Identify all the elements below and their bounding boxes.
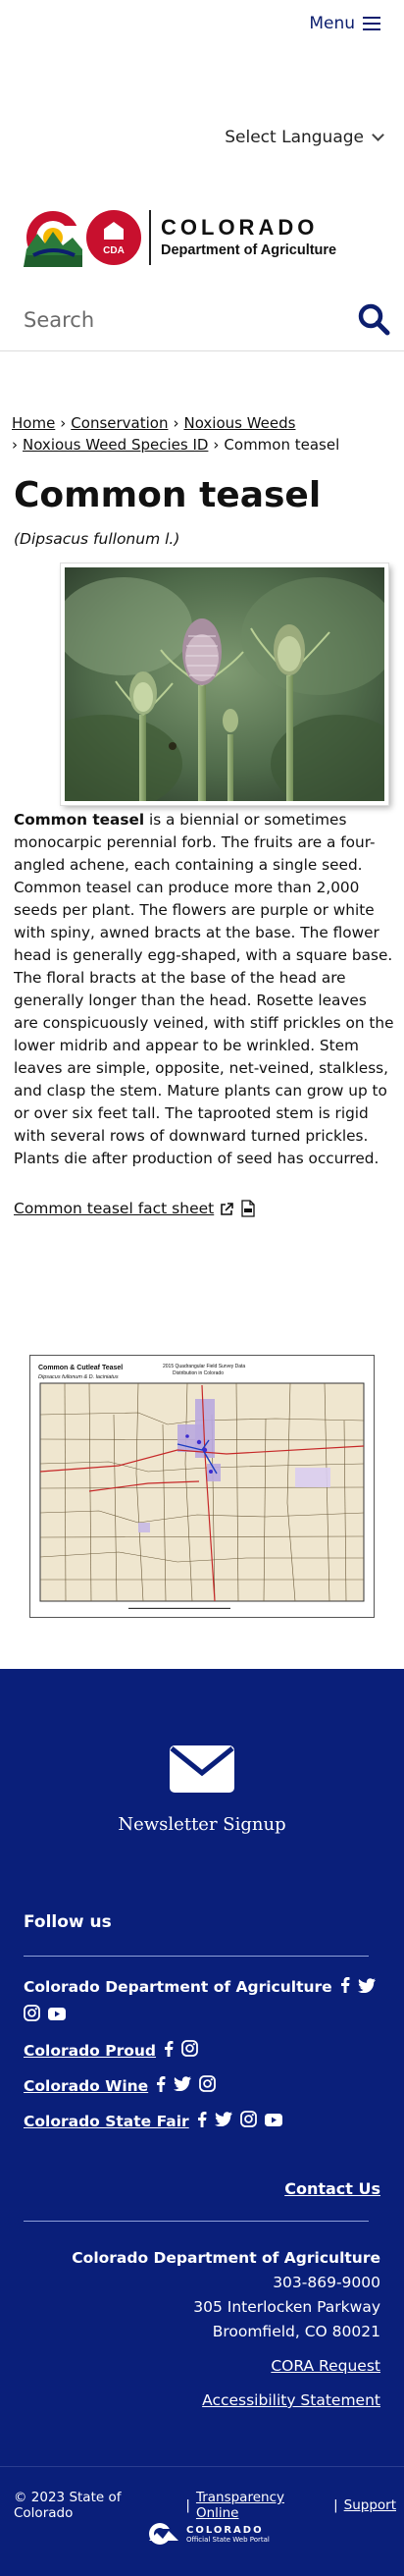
breadcrumb: Home › Conservation › Noxious Weeds › Noxious… (12, 414, 340, 454)
newsletter-label: Newsletter Signup (118, 1814, 286, 1835)
search-icon[interactable] (357, 302, 390, 336)
site-logo[interactable]: CDA COLORADO Department of Agriculture (24, 206, 377, 269)
language-label: Select Language (225, 128, 364, 147)
species-lead-name: Common teasel (14, 811, 145, 829)
contact-us-link[interactable]: Contact Us (284, 2179, 380, 2198)
pdf-file-icon (241, 1200, 255, 1217)
accessibility-statement-link[interactable]: Accessibility Statement (202, 2391, 380, 2409)
state-portal-logo[interactable]: COLORADO Official State Web Portal (147, 2521, 270, 2547)
footer-street: 305 Interlocken Parkway (193, 2298, 380, 2316)
hamburger-icon (363, 17, 380, 30)
map-title: Common & Cutleaf Teasel (38, 1365, 123, 1371)
search-input[interactable] (24, 300, 337, 340)
social-cda-name[interactable]: Colorado Department of Agriculture (24, 1978, 332, 1996)
logo-line-1: COLORADO (161, 215, 319, 240)
youtube-icon[interactable] (48, 2007, 66, 2024)
footer-org-name: Colorado Department of Agriculture (72, 2249, 380, 2267)
copyright-text: © 2023 State of Colorado (14, 2490, 122, 2521)
instagram-icon[interactable] (24, 2005, 40, 2025)
map-subtitle: Dipsacus fullonum & D. laciniatus (38, 1374, 119, 1380)
social-colorado-wine-name[interactable]: Colorado Wine (24, 2077, 148, 2095)
transparency-online-link[interactable]: Transparency Online (196, 2490, 328, 2521)
species-description: Common teasel is a biennial or sometimes… (14, 809, 394, 1170)
map-center-sub: Distribution in Colorado (173, 1370, 224, 1376)
breadcrumb-species-id-link[interactable]: Noxious Weed Species ID (23, 436, 208, 454)
map-center-title: 2015 Quadrangular Field Survey Data (163, 1364, 245, 1369)
logo-text: COLORADO Department of Agriculture (161, 215, 336, 260)
cda-badge-logo: CDA (86, 210, 141, 265)
instagram-icon[interactable] (199, 2075, 217, 2096)
footer-address: Colorado Department of Agriculture 303-8… (72, 2246, 380, 2413)
twitter-icon[interactable] (174, 2076, 192, 2095)
portal-line-1: COLORADO (186, 2524, 264, 2536)
footer-bottom-links: © 2023 State of Colorado | Transparency … (14, 2490, 396, 2521)
portal-line-2: Official State Web Portal (186, 2535, 270, 2544)
site-footer: Newsletter Signup Follow us Colorado Dep… (0, 1669, 404, 2576)
facebook-icon[interactable] (197, 2111, 207, 2131)
breadcrumb-noxious-weeds-link[interactable]: Noxious Weeds (183, 414, 295, 432)
social-row-cda: Colorado Department of Agriculture (24, 1977, 377, 2025)
logo-line-2: Department of Agriculture (161, 242, 337, 258)
menu-button[interactable]: Menu (309, 14, 380, 33)
follow-us-heading: Follow us (24, 1912, 112, 1932)
external-link-icon (221, 1202, 234, 1215)
support-link[interactable]: Support (344, 2497, 396, 2513)
facebook-icon[interactable] (340, 1977, 350, 1997)
instagram-icon[interactable] (239, 2111, 257, 2131)
search-bar (0, 291, 404, 351)
factsheet-link[interactable]: Common teasel fact sheet (14, 1200, 214, 1217)
footer-city: Broomfield, CO 80021 (212, 2323, 380, 2340)
page-title: Common teasel (14, 475, 322, 515)
teasel-distribution-map: Common & Cutleaf Teasel Dipsacus fullonu… (29, 1355, 375, 1618)
footer-phone: 303-869-9000 (273, 2274, 380, 2291)
menu-label: Menu (309, 14, 355, 33)
cora-request-link[interactable]: CORA Request (271, 2357, 380, 2375)
social-row-colorado-wine: Colorado Wine (24, 2075, 377, 2096)
twitter-icon[interactable] (357, 1977, 376, 1997)
svg-text:▬▬▬▬▬▬▬▬▬▬▬▬▬▬▬▬▬▬▬▬▬▬▬▬▬▬: ▬▬▬▬▬▬▬▬▬▬▬▬▬▬▬▬▬▬▬▬▬▬▬▬▬▬ (128, 1605, 230, 1610)
species-description-text: is a biennial or sometimes monocarpic pe… (14, 811, 394, 1167)
facebook-icon[interactable] (156, 2075, 166, 2096)
chevron-down-icon (372, 129, 384, 141)
twitter-icon[interactable] (214, 2112, 232, 2130)
breadcrumb-current: Common teasel (224, 436, 340, 454)
teasel-photo (61, 564, 388, 805)
social-colorado-proud-name[interactable]: Colorado Proud (24, 2042, 156, 2060)
youtube-icon[interactable] (264, 2113, 282, 2130)
factsheet-row: Common teasel fact sheet (14, 1200, 256, 1217)
social-row-colorado-proud: Colorado Proud (24, 2040, 377, 2061)
colorado-state-logo-icon (149, 2523, 178, 2545)
top-bar: Menu (0, 0, 404, 49)
colorado-c-logo-icon (24, 208, 82, 267)
social-state-fair-name[interactable]: Colorado State Fair (24, 2113, 189, 2130)
scientific-name: (Dipsacus fullonum l.) (14, 530, 180, 548)
envelope-icon (170, 1745, 234, 1793)
language-selector[interactable]: Select Language (225, 128, 384, 147)
breadcrumb-home-link[interactable]: Home (12, 414, 55, 432)
facebook-icon[interactable] (164, 2040, 174, 2061)
social-row-state-fair: Colorado State Fair (24, 2111, 377, 2131)
breadcrumb-conservation-link[interactable]: Conservation (71, 414, 168, 432)
instagram-icon[interactable] (181, 2040, 198, 2061)
newsletter-signup-link[interactable]: Newsletter Signup (0, 1745, 404, 1835)
